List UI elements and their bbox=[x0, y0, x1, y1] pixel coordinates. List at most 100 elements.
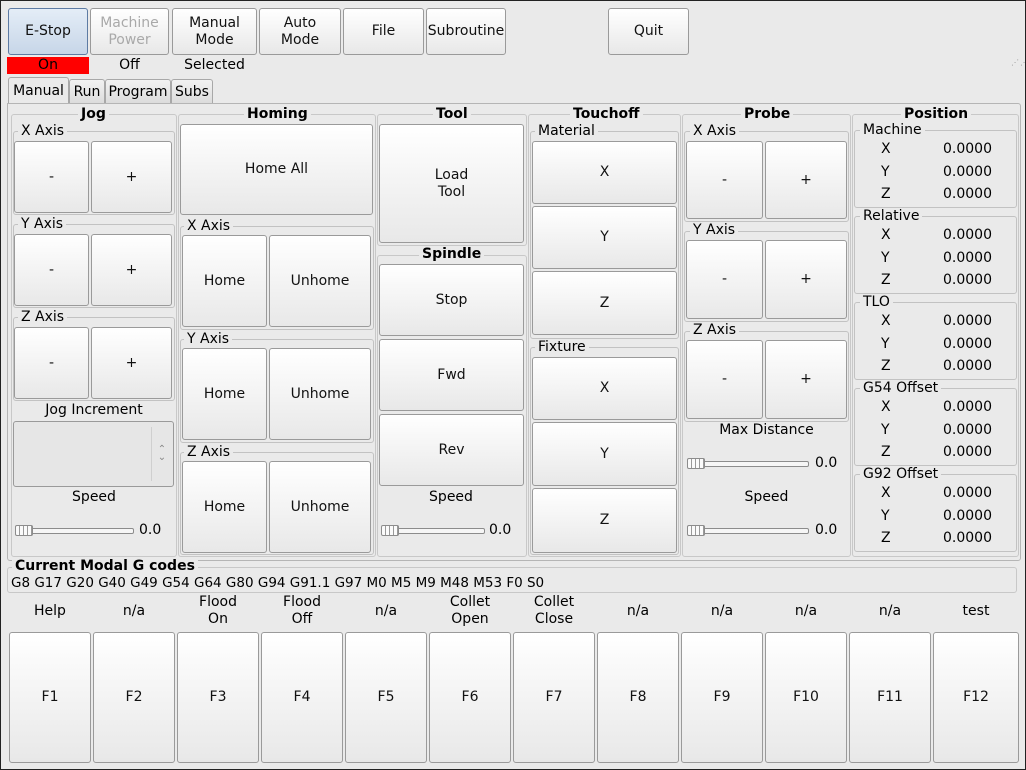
f2-button[interactable]: F2 bbox=[93, 632, 175, 763]
tab-run[interactable]: Run bbox=[69, 79, 105, 103]
probe-max-distance-label: Max Distance bbox=[719, 422, 814, 438]
tab-subs[interactable]: Subs bbox=[171, 79, 213, 103]
load-tool-button[interactable]: Load Tool bbox=[379, 124, 524, 243]
position-axis-z-value: 0.0000 bbox=[943, 530, 992, 546]
jog-z-minus-button[interactable]: - bbox=[14, 327, 89, 399]
jog-z-label: Z Axis bbox=[18, 309, 68, 325]
f3-button[interactable]: F3 bbox=[177, 632, 259, 763]
touchoff-fixture-label: Fixture bbox=[535, 339, 589, 355]
position-axis-y-label: Y bbox=[881, 163, 890, 180]
position-axis-z-label: Z bbox=[881, 530, 891, 546]
position-axis-x-label: X bbox=[881, 485, 891, 501]
touchoff-fixture-x-button[interactable]: X bbox=[532, 357, 677, 420]
jog-y-minus-button[interactable]: - bbox=[14, 234, 89, 306]
unhome-y-button[interactable]: Unhome bbox=[269, 348, 371, 440]
touchoff-title: Touchoff bbox=[570, 106, 643, 122]
probe-z-label: Z Axis bbox=[690, 322, 740, 338]
position-axis-z-value: 0.0000 bbox=[943, 444, 992, 460]
jog-increment-select[interactable]: ⌃ ⌄ bbox=[13, 421, 174, 487]
probe-speed-slider[interactable] bbox=[687, 528, 809, 534]
jog-speed-slider-handle[interactable] bbox=[15, 525, 33, 536]
tab-program[interactable]: Program bbox=[105, 79, 171, 103]
tab-manual[interactable]: Manual bbox=[8, 77, 69, 104]
subroutine-button[interactable]: Subroutine bbox=[426, 8, 506, 55]
app-window: E-Stop Machine Power Manual Mode Auto Mo… bbox=[0, 0, 1026, 770]
spindle-speed-value: 0.0 bbox=[489, 522, 512, 538]
f6-button[interactable]: F6 bbox=[429, 632, 511, 763]
f1-button[interactable]: F1 bbox=[9, 632, 91, 763]
jog-x-plus-button[interactable]: + bbox=[91, 141, 172, 213]
position-axis-x-value: 0.0000 bbox=[943, 141, 992, 157]
machine-power-button[interactable]: Machine Power bbox=[90, 8, 169, 55]
position-subgroup bbox=[854, 474, 1017, 552]
homing-y-label: Y Axis bbox=[184, 331, 233, 347]
probe-max-distance-slider-handle[interactable] bbox=[687, 458, 705, 469]
probe-z-plus-button[interactable]: + bbox=[765, 340, 847, 419]
probe-speed-label: Speed bbox=[744, 489, 789, 505]
position-axis-z-value: 0.0000 bbox=[943, 272, 992, 288]
function-key-label: n/a bbox=[122, 602, 146, 619]
f9-button[interactable]: F9 bbox=[681, 632, 763, 763]
spindle-rev-button[interactable]: Rev bbox=[379, 414, 524, 486]
position-axis-x-value: 0.0000 bbox=[943, 313, 992, 329]
probe-z-minus-button[interactable]: - bbox=[686, 340, 763, 419]
position-axis-y-value: 0.0000 bbox=[943, 335, 992, 352]
touchoff-fixture-z-button[interactable]: Z bbox=[532, 488, 677, 553]
spindle-stop-button[interactable]: Stop bbox=[379, 264, 524, 336]
position-axis-y-label: Y bbox=[881, 335, 890, 352]
touchoff-fixture-y-button[interactable]: Y bbox=[532, 422, 677, 486]
resize-grip-icon[interactable]: ⋰⋰ bbox=[1011, 59, 1025, 69]
jog-title: Jog bbox=[78, 106, 109, 122]
jog-speed-value: 0.0 bbox=[139, 522, 162, 538]
position-axis-x-label: X bbox=[881, 227, 891, 243]
position-subgroup bbox=[854, 216, 1017, 294]
touchoff-material-z-button[interactable]: Z bbox=[532, 271, 677, 335]
jog-y-plus-button[interactable]: + bbox=[91, 234, 172, 306]
manual-mode-button[interactable]: Manual Mode bbox=[172, 8, 257, 55]
quit-button[interactable]: Quit bbox=[608, 8, 689, 55]
position-axis-z-value: 0.0000 bbox=[943, 186, 992, 202]
position-axis-z-label: Z bbox=[881, 444, 891, 460]
f12-button[interactable]: F12 bbox=[933, 632, 1019, 763]
probe-max-distance-slider[interactable] bbox=[687, 461, 809, 467]
f5-button[interactable]: F5 bbox=[345, 632, 427, 763]
auto-mode-button[interactable]: Auto Mode bbox=[259, 8, 341, 55]
touchoff-material-x-button[interactable]: X bbox=[532, 141, 677, 204]
probe-y-minus-button[interactable]: - bbox=[686, 240, 763, 319]
f7-button[interactable]: F7 bbox=[513, 632, 595, 763]
f4-button[interactable]: F4 bbox=[261, 632, 343, 763]
position-subgroup-title: Relative bbox=[860, 208, 923, 224]
spindle-speed-slider-handle[interactable] bbox=[381, 525, 399, 536]
home-x-button[interactable]: Home bbox=[182, 235, 267, 327]
function-key-label: Help bbox=[34, 602, 66, 619]
home-all-button[interactable]: Home All bbox=[180, 124, 373, 215]
spindle-fwd-button[interactable]: Fwd bbox=[379, 339, 524, 411]
probe-max-distance-value: 0.0 bbox=[815, 455, 838, 471]
estop-button[interactable]: E-Stop bbox=[8, 8, 88, 55]
estop-state-indicator: On bbox=[7, 57, 89, 74]
position-subgroup-title: G92 Offset bbox=[860, 466, 942, 482]
jog-z-plus-button[interactable]: + bbox=[91, 327, 172, 399]
position-axis-y-value: 0.0000 bbox=[943, 421, 992, 438]
home-z-button[interactable]: Home bbox=[182, 461, 267, 553]
f11-button[interactable]: F11 bbox=[849, 632, 931, 763]
f8-button[interactable]: F8 bbox=[597, 632, 679, 763]
probe-speed-slider-handle[interactable] bbox=[687, 525, 705, 536]
position-title: Position bbox=[901, 106, 972, 122]
position-axis-z-label: Z bbox=[881, 272, 891, 288]
probe-y-plus-button[interactable]: + bbox=[765, 240, 847, 319]
f10-button[interactable]: F10 bbox=[765, 632, 847, 763]
jog-x-minus-button[interactable]: - bbox=[14, 141, 89, 213]
position-axis-y-value: 0.0000 bbox=[943, 249, 992, 266]
unhome-x-button[interactable]: Unhome bbox=[269, 235, 371, 327]
file-button[interactable]: File bbox=[343, 8, 424, 55]
function-key-label: Flood On bbox=[199, 594, 237, 627]
jog-speed-label: Speed bbox=[72, 489, 116, 505]
probe-x-minus-button[interactable]: - bbox=[686, 141, 763, 219]
position-subgroup-title: TLO bbox=[860, 294, 893, 310]
probe-x-plus-button[interactable]: + bbox=[765, 141, 847, 219]
home-y-button[interactable]: Home bbox=[182, 348, 267, 440]
power-state-indicator: Off bbox=[119, 57, 140, 73]
unhome-z-button[interactable]: Unhome bbox=[269, 461, 371, 553]
touchoff-material-y-button[interactable]: Y bbox=[532, 206, 677, 269]
